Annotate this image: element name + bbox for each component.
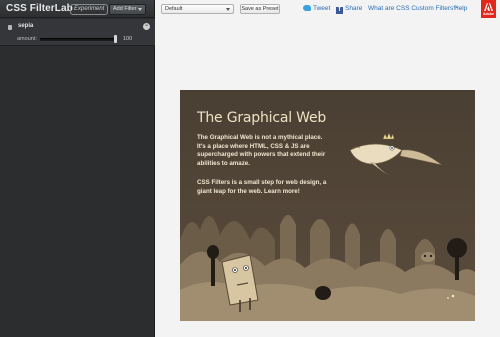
param-value: 100 — [123, 36, 133, 42]
add-filter-button[interactable]: Add Filter — [109, 4, 146, 15]
share-label: Share — [345, 5, 363, 12]
preset-select[interactable]: Default — [161, 4, 234, 14]
remove-filter-icon[interactable]: − — [143, 23, 150, 30]
filter-name: sepia — [18, 23, 34, 29]
preset-selected-value: Default — [165, 6, 183, 12]
adobe-logo-text: Adobe — [483, 12, 494, 16]
add-filter-label: Add Filter — [113, 6, 137, 12]
preview-panel: The Graphical Web The Graphical Web is n… — [180, 90, 475, 321]
tweet-label: Tweet — [313, 5, 331, 12]
top-toolbar: Default Save as Preset Tweet f Share What… — [156, 0, 500, 18]
param-label: amount: — [17, 36, 37, 42]
adobe-a-icon — [484, 3, 493, 11]
sidebar-header: CSS FilterLab Experiment Add Filter — [0, 0, 154, 18]
filter-item-sepia[interactable]: sepia − amount: 100 — [0, 19, 155, 46]
preview-paragraph-2[interactable]: CSS Filters is a small step for web desi… — [197, 179, 332, 196]
experiment-badge: Experiment — [70, 4, 109, 15]
dark-bush — [315, 286, 331, 300]
filter-sidebar: CSS FilterLab Experiment Add Filter sepi… — [0, 0, 155, 337]
small-creature — [421, 252, 435, 262]
adobe-logo[interactable]: Adobe — [481, 0, 496, 18]
chevron-down-icon — [226, 8, 230, 11]
app-title: CSS FilterLab — [6, 3, 73, 14]
tweet-link[interactable]: Tweet — [303, 5, 330, 12]
chevron-down-icon — [138, 8, 142, 11]
help-link[interactable]: Help — [454, 5, 467, 12]
facebook-icon: f — [336, 7, 343, 14]
save-preset-button[interactable]: Save as Preset — [240, 4, 280, 14]
slider-thumb[interactable] — [114, 35, 117, 43]
drag-handle-icon[interactable] — [8, 25, 12, 30]
sparkle — [451, 294, 455, 298]
sparkle — [447, 297, 449, 299]
preview-title: The Graphical Web — [197, 110, 327, 126]
preview-paragraph-1: The Graphical Web is not a mythical plac… — [197, 134, 326, 167]
custom-filters-link[interactable]: What are CSS Custom Filters? — [368, 5, 457, 12]
share-link[interactable]: f Share — [336, 5, 362, 14]
amount-slider[interactable] — [40, 38, 117, 41]
twitter-bird-icon — [303, 5, 311, 11]
